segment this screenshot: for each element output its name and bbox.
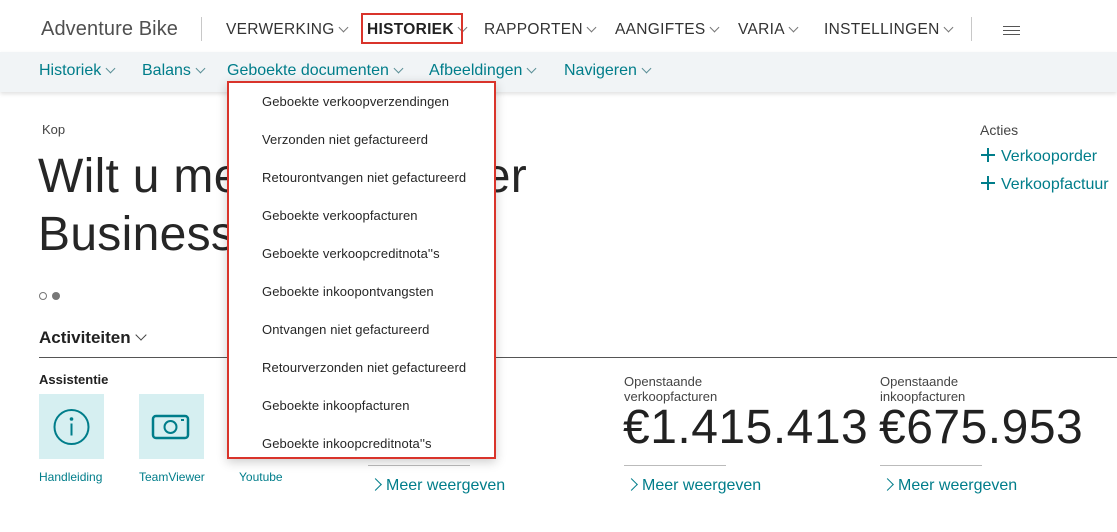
topnav-varia[interactable]: VARIA [738, 21, 799, 39]
headline-caption: Kop [42, 122, 66, 137]
chevron-down-icon [526, 63, 537, 74]
dropdown-item[interactable]: Verzonden niet gefactureerd [262, 132, 428, 147]
chevron-down-icon [641, 63, 652, 74]
divider [201, 17, 202, 41]
subnav-navigeren[interactable]: Navigeren [564, 62, 652, 80]
dropdown-item[interactable]: Geboekte verkoopverzendingen [262, 94, 449, 109]
action-verkooporder[interactable]: Verkooporder [981, 147, 1097, 166]
divider [971, 17, 972, 41]
activities-title: Activiteiten [39, 328, 131, 347]
topnav-aangiftes[interactable]: AANGIFTES [615, 21, 719, 39]
chevron-down-icon [338, 22, 349, 33]
divider [624, 465, 726, 466]
subnav-historiek[interactable]: Historiek [39, 62, 116, 80]
chevron-right-icon [369, 478, 382, 491]
dropdown-item[interactable]: Retourontvangen niet gefactureerd [262, 170, 466, 185]
dropdown-item[interactable]: Geboekte inkoopfacturen [262, 398, 410, 413]
chevron-down-icon [393, 63, 404, 74]
info-icon [53, 409, 90, 445]
action-label: Verkooporder [1001, 148, 1098, 165]
top-navigation-bar: Adventure Bike VERWERKING HISTORIEK RAPP… [0, 0, 1117, 52]
tile-label[interactable]: Handleiding [39, 470, 102, 484]
camera-icon [151, 414, 190, 440]
action-label: Verkoopfactuur [1001, 176, 1109, 193]
dropdown-item[interactable]: Retourverzonden niet gefactureerd [262, 360, 466, 375]
divider [368, 465, 470, 466]
plus-icon [981, 148, 995, 162]
subnav-afbeeldingen[interactable]: Afbeeldingen [429, 62, 537, 80]
company-name[interactable]: Adventure Bike [41, 18, 178, 41]
kpi-value[interactable]: €675.953 [879, 400, 1083, 455]
chevron-down-icon [586, 22, 597, 33]
dropdown-item[interactable]: Geboekte inkoopontvangsten [262, 284, 434, 299]
carousel-dot[interactable] [39, 292, 47, 300]
tile-label[interactable]: Youtube [239, 470, 283, 484]
topnav-label: VARIA [738, 21, 785, 38]
hamburger-menu-icon[interactable] [1003, 26, 1020, 35]
subnav-label: Afbeeldingen [429, 62, 523, 79]
plus-icon [981, 176, 995, 190]
topnav-rapporten[interactable]: RAPPORTEN [484, 21, 597, 39]
subnav-label: Historiek [39, 62, 102, 79]
chevron-down-icon [105, 63, 116, 74]
chevron-right-icon [881, 478, 894, 491]
dropdown-item[interactable]: Geboekte verkoopfacturen [262, 208, 418, 223]
show-more-link[interactable]: Meer weergeven [625, 477, 762, 495]
assistance-heading: Assistentie [39, 372, 109, 387]
chevron-down-icon [134, 329, 147, 341]
chevron-down-icon [195, 63, 206, 74]
chevron-down-icon [709, 22, 719, 33]
divider [880, 465, 982, 466]
topnav-instellingen[interactable]: INSTELLINGEN [824, 21, 954, 39]
tile-label[interactable]: TeamViewer [139, 470, 205, 484]
geboekte-documenten-dropdown: Geboekte verkoopverzendingen Verzonden n… [227, 81, 496, 459]
subnav-label: Balans [142, 62, 191, 79]
show-more-label: Meer weergeven [898, 477, 1018, 494]
tile-teamviewer[interactable] [139, 394, 204, 459]
kpi-value[interactable]: €1.415.413 [623, 400, 868, 455]
show-more-link[interactable]: Meer weergeven [881, 477, 1018, 495]
subnav-label: Geboekte documenten [227, 62, 389, 79]
show-more-label: Meer weergeven [642, 477, 762, 494]
dropdown-item[interactable]: Geboekte verkoopcreditnota''s [262, 246, 440, 261]
tile-handleiding[interactable] [39, 394, 104, 459]
chevron-right-icon [625, 478, 638, 491]
action-verkoopfactuur[interactable]: Verkoopfactuur [981, 175, 1109, 194]
dropdown-item[interactable]: Geboekte inkoopcreditnota''s [262, 436, 432, 451]
divider [39, 357, 1117, 358]
topnav-label: VERWERKING [226, 21, 335, 38]
show-more-link[interactable]: Meer weergeven [369, 477, 506, 495]
chevron-down-icon [943, 22, 954, 33]
subnav-geboekte-documenten[interactable]: Geboekte documenten [227, 62, 404, 80]
headline-line-1-start: Wilt u me [38, 150, 241, 203]
highlight-box [361, 13, 463, 44]
chevron-down-icon [788, 22, 799, 33]
carousel-dot-active[interactable] [52, 292, 60, 300]
subnav-balans[interactable]: Balans [142, 62, 206, 80]
topnav-label: INSTELLINGEN [824, 21, 940, 38]
show-more-label: Meer weergeven [386, 477, 506, 494]
subnav-label: Navigeren [564, 62, 637, 79]
activities-heading[interactable]: Activiteiten [39, 328, 147, 348]
topnav-label: AANGIFTES [615, 21, 706, 38]
topnav-label: RAPPORTEN [484, 21, 583, 38]
topnav-verwerking[interactable]: VERWERKING [226, 21, 349, 39]
dropdown-item[interactable]: Ontvangen niet gefactureerd [262, 322, 429, 337]
actions-title: Acties [980, 122, 1019, 138]
